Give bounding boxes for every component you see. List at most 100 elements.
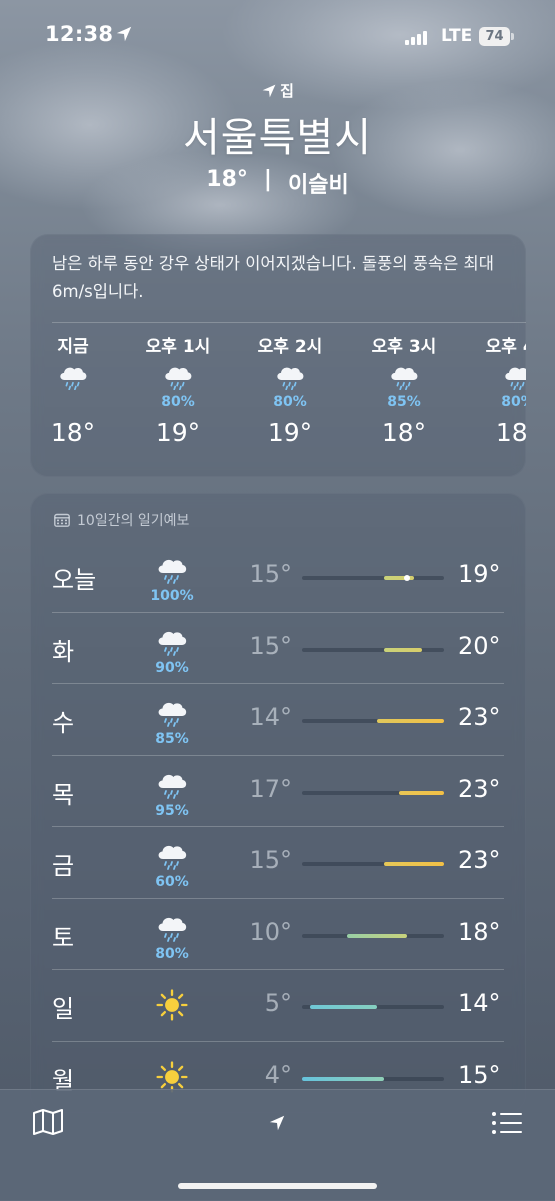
forecast-header-label: 10일간의 일기예보	[77, 513, 190, 529]
hour-temp: 18°	[495, 418, 526, 447]
forecast-low: 14°	[249, 703, 292, 731]
forecast-day: 수	[52, 709, 75, 737]
temperature-range-bar	[302, 719, 444, 723]
sun-icon	[156, 1060, 188, 1093]
forecast-row[interactable]: 목 95% 17° 23°	[30, 754, 526, 827]
network-type: LTE	[441, 26, 473, 46]
forecast-row[interactable]: 오늘 100% 15° 19°	[30, 540, 526, 612]
forecast-icon-wrap	[150, 554, 194, 588]
forecast-day: 화	[52, 637, 75, 666]
hour-temp: 18°	[381, 418, 427, 447]
hourly-item: 오후 1시 80% 19°	[128, 332, 228, 447]
hour-icon-wrap	[128, 362, 228, 396]
hourly-item: 오후 2시 80% 19°	[240, 332, 340, 447]
hour-precip	[30, 394, 116, 410]
row-divider	[52, 683, 504, 684]
forecast-icon-wrap	[150, 769, 194, 803]
forecast-precip: 80%	[155, 945, 189, 962]
hour-precip: 80%	[161, 394, 195, 410]
location-arrow-icon[interactable]	[268, 1114, 286, 1132]
current-conditions: 18° | 이슬비	[0, 167, 555, 199]
forecast-precip: 85%	[155, 731, 189, 747]
forecast-rows: 오늘 100% 15° 19° 화 90% 15° 20° 수 85% 14° 23° 목 95% 17° 2…	[30, 540, 526, 1112]
row-divider	[52, 969, 504, 970]
city-name: 서울특별시	[183, 115, 372, 161]
temperature-range-fill	[302, 1076, 385, 1081]
forecast-precip: 100%	[150, 588, 194, 604]
rain-cloud-icon	[158, 917, 187, 942]
hour-label: 오후 3시	[371, 337, 437, 357]
current-location-row: 집	[0, 80, 555, 101]
hourly-item: 오후 3시 85% 18°	[354, 332, 454, 447]
hour-precip: 80%	[273, 394, 307, 410]
temperature-range-fill	[376, 719, 444, 723]
rain-cloud-icon	[165, 367, 192, 391]
forecast-precip: 90%	[155, 659, 189, 676]
ten-day-forecast-panel[interactable]: 10일간의 일기예보 오늘 100% 15° 19° 화 90% 15° 20° 수 85% 14°…	[30, 493, 526, 1113]
current-temperature: 18°	[206, 167, 248, 192]
hour-icon-wrap	[354, 362, 454, 396]
hour-icon-wrap	[30, 362, 116, 396]
forecast-row[interactable]: 화 90% 15° 20°	[30, 611, 526, 684]
signal-icon	[405, 31, 427, 45]
divider	[52, 322, 526, 323]
hour-temp: 19°	[155, 418, 201, 447]
row-divider	[52, 1040, 504, 1042]
home-indicator[interactable]	[178, 1183, 377, 1189]
calendar-icon	[54, 513, 70, 527]
forecast-high: 14°	[458, 989, 501, 1017]
temperature-range-fill	[384, 862, 444, 866]
hourly-forecast-panel[interactable]: 남은 하루 동안 강우 상태가 이어지겠습니다. 돌풍의 풍속은 최대 6m/s…	[30, 234, 526, 477]
forecast-row[interactable]: 일 5° 14°	[30, 969, 526, 1041]
current-condition: 이슬비	[287, 173, 349, 198]
hour-label: 오후 2시	[257, 337, 323, 357]
map-icon[interactable]	[32, 1108, 64, 1136]
sun-icon	[156, 989, 188, 1021]
hour-icon-wrap	[468, 362, 526, 396]
conditions-separator: |	[263, 167, 272, 192]
temperature-range-bar	[302, 575, 444, 581]
rain-cloud-icon	[505, 367, 526, 391]
row-divider	[52, 826, 504, 827]
location-arrow-icon	[262, 84, 276, 97]
temperature-range-fill	[346, 933, 407, 938]
forecast-low: 4°	[264, 1060, 292, 1089]
rain-cloud-icon	[158, 845, 187, 870]
location-arrow-icon	[116, 26, 132, 42]
forecast-high: 23°	[458, 774, 501, 803]
hour-label: 오후 4시	[485, 337, 526, 357]
list-icon[interactable]	[491, 1111, 523, 1135]
forecast-high: 23°	[458, 703, 501, 731]
temperature-range-bar	[302, 1005, 444, 1009]
forecast-precip: 95%	[155, 802, 189, 819]
hourly-item: 지금 18°	[30, 332, 116, 447]
hour-label: 오후 1시	[145, 337, 211, 357]
rain-cloud-icon	[277, 367, 304, 391]
forecast-row[interactable]: 금 60% 15° 23°	[30, 826, 526, 898]
forecast-icon-wrap	[150, 912, 194, 946]
rain-cloud-icon	[158, 774, 187, 799]
temperature-range-bar	[302, 1076, 444, 1081]
rain-cloud-icon	[158, 702, 187, 727]
location-label: 집	[280, 82, 294, 100]
forecast-day: 금	[52, 852, 75, 880]
hourly-scroller[interactable]: 지금 18° 오후 1시 80% 19° 오후 2시 80% 19° 오후 3시 85% 18° 오후…	[30, 332, 526, 472]
battery-tip	[511, 33, 514, 40]
forecast-low: 15°	[249, 846, 292, 874]
forecast-low: 10°	[249, 917, 292, 946]
forecast-low: 15°	[249, 631, 292, 660]
forecast-day: 목	[52, 780, 75, 809]
forecast-high: 15°	[458, 1060, 501, 1089]
temperature-range-fill	[384, 647, 422, 652]
current-temp-dot	[403, 575, 410, 581]
hour-temp: 19°	[267, 418, 313, 447]
hour-icon-wrap	[240, 362, 340, 396]
rain-cloud-icon	[158, 559, 187, 584]
location-header: 집 서울특별시 18° | 이슬비	[0, 80, 555, 199]
forecast-row[interactable]: 토 80% 10° 18°	[30, 897, 526, 970]
forecast-day: 오늘	[52, 566, 97, 594]
hour-precip: 80%	[501, 394, 526, 410]
hour-label: 지금	[57, 337, 89, 357]
forecast-low: 15°	[249, 560, 292, 588]
forecast-row[interactable]: 수 85% 14° 23°	[30, 683, 526, 755]
